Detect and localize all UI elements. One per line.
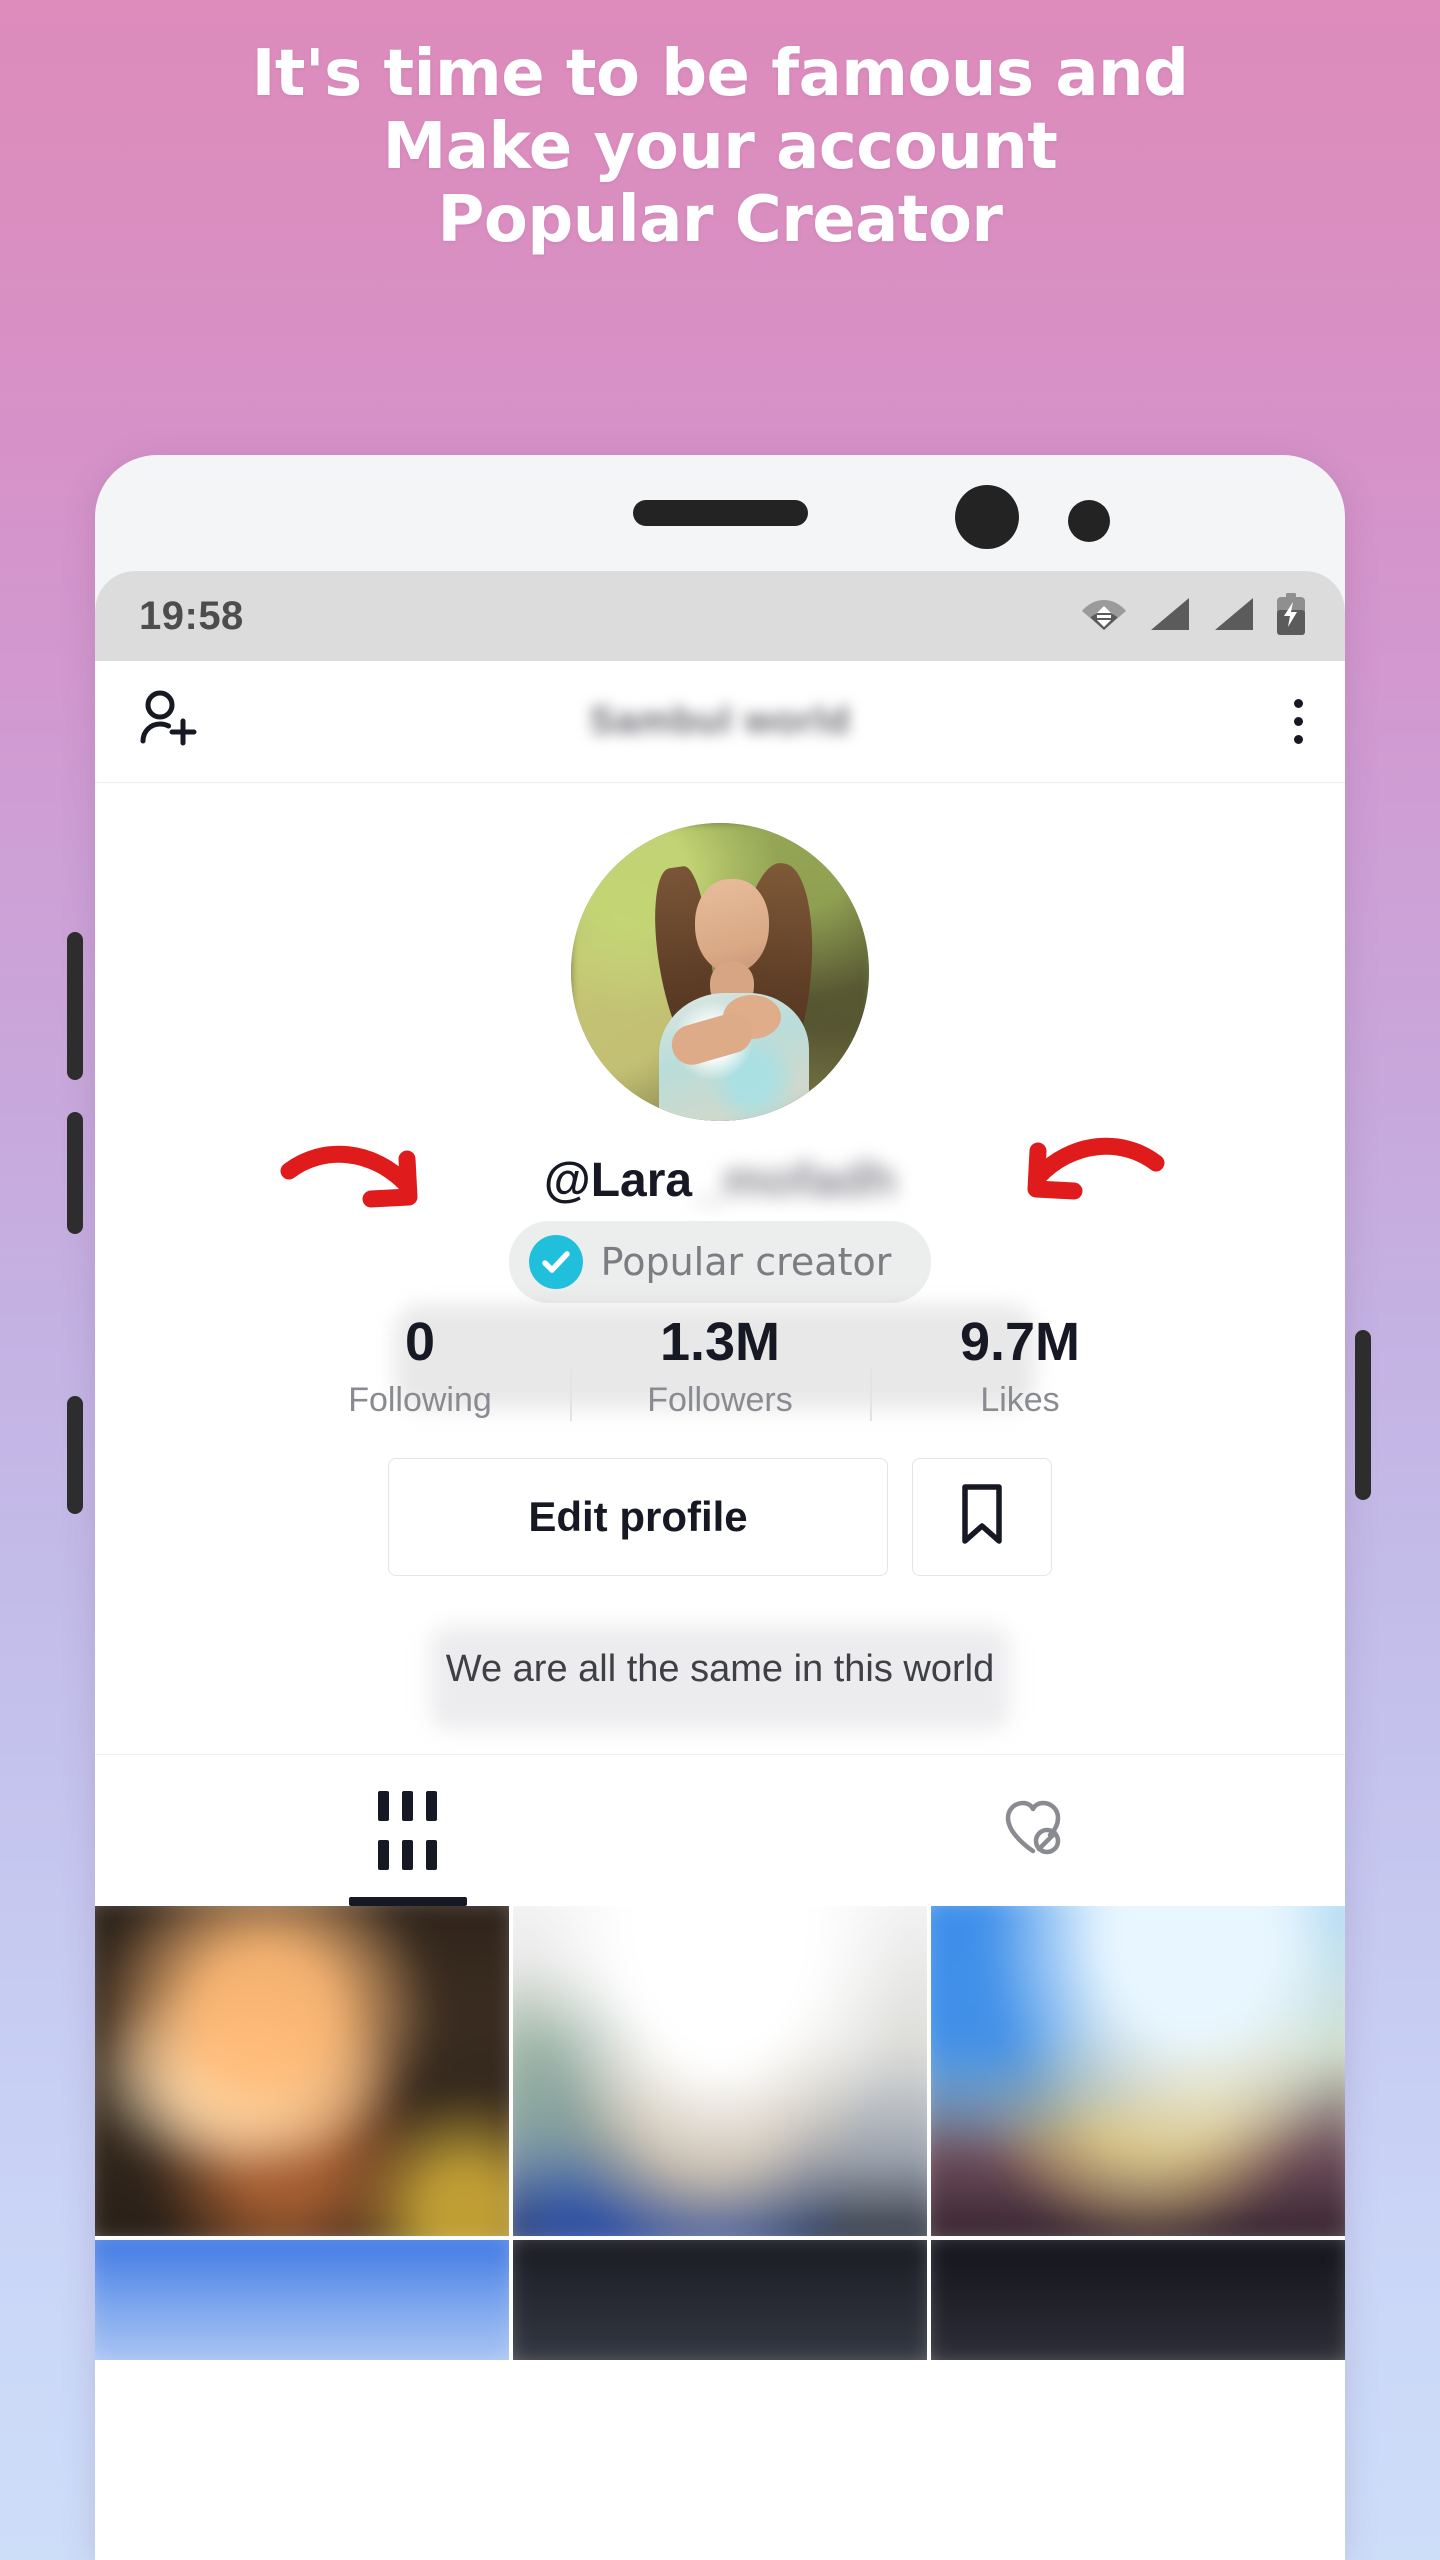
- bookmark-button[interactable]: [912, 1457, 1052, 1576]
- stat-followers-label: Followers: [647, 1380, 793, 1419]
- video-thumbnail-image: [931, 1905, 1345, 2236]
- headline-line-1: It's time to be famous and: [251, 37, 1189, 111]
- stat-followers[interactable]: 1.3M Followers: [570, 1311, 870, 1421]
- tab-liked-hidden[interactable]: [720, 1755, 1345, 1906]
- bio-wrap: We are all the same in this world: [95, 1625, 1345, 1736]
- phone-speaker: [633, 500, 808, 526]
- profile-section: @Lara_mofadh Popular creator 0 Following…: [95, 783, 1345, 1736]
- front-camera-large-icon: [955, 485, 1019, 549]
- page-title: Sambul world: [589, 700, 851, 742]
- username[interactable]: @Lara_mofadh: [544, 1153, 896, 1208]
- phone-volume-down-button[interactable]: [67, 1112, 83, 1234]
- stat-likes-value: 9.7M: [959, 1312, 1081, 1372]
- popular-creator-badge[interactable]: Popular creator: [508, 1221, 932, 1303]
- bookmark-icon: [956, 1482, 1008, 1551]
- badge-row: Popular creator: [95, 1221, 1345, 1303]
- promo-headline: It's time to be famous and Make your acc…: [0, 38, 1440, 257]
- video-thumbnail-image: [931, 2239, 1345, 2360]
- phone-power-button[interactable]: [1355, 1330, 1371, 1500]
- hidden-likes-heart-icon: [1002, 1799, 1064, 1862]
- video-thumbnail-1[interactable]: [95, 1905, 509, 2236]
- username-visible: @Lara: [543, 1153, 693, 1207]
- video-grid: [95, 1905, 1345, 2360]
- stat-likes-label: Likes: [980, 1380, 1060, 1419]
- tab-videos-grid[interactable]: [95, 1755, 720, 1906]
- edit-profile-button[interactable]: Edit profile: [388, 1457, 888, 1576]
- stat-following-value: 0: [404, 1312, 436, 1372]
- front-camera-small-icon: [1068, 500, 1110, 542]
- username-row: @Lara_mofadh: [95, 1137, 1345, 1215]
- video-thumbnail-image: [95, 1905, 509, 2236]
- verified-check-icon: [528, 1235, 583, 1289]
- headline-line-3: Popular Creator: [437, 182, 1003, 257]
- phone-screen: 19:58 Sambul world @Lara_mofadh Popular …: [95, 571, 1345, 2560]
- video-thumbnail-2[interactable]: [513, 1905, 927, 2236]
- headline-line-2: Make your account: [382, 109, 1058, 184]
- video-thumbnail-4[interactable]: [95, 2239, 509, 2360]
- video-thumbnail-image: [95, 2239, 509, 2360]
- popular-creator-badge-label: Popular creator: [600, 1240, 892, 1284]
- add-person-icon[interactable]: [133, 683, 205, 760]
- grid-icon: [378, 1790, 437, 1870]
- avatar-face: [695, 879, 769, 973]
- video-thumbnail-5[interactable]: [513, 2239, 927, 2360]
- status-bar: 19:58: [95, 571, 1345, 661]
- video-thumbnail-image: [513, 2239, 927, 2360]
- avatar-row: [95, 823, 1345, 1121]
- stat-followers-value: 1.3M: [659, 1312, 781, 1372]
- three-dots-menu-icon[interactable]: [1294, 699, 1303, 744]
- status-bar-icons: [1081, 592, 1307, 640]
- status-bar-clock: 19:58: [139, 593, 244, 638]
- phone-extra-button[interactable]: [67, 1396, 83, 1514]
- video-thumbnail-6[interactable]: [931, 2239, 1345, 2360]
- wifi-icon: [1081, 596, 1127, 637]
- avatar[interactable]: [571, 823, 869, 1121]
- stat-following[interactable]: 0 Following: [270, 1311, 570, 1420]
- stat-likes[interactable]: 9.7M Likes: [870, 1311, 1170, 1421]
- username-blurred-suffix: _mofadh: [696, 1153, 897, 1207]
- phone-volume-up-button[interactable]: [67, 932, 83, 1080]
- app-top-bar: Sambul world: [95, 661, 1345, 783]
- signal-icon: [1211, 596, 1255, 637]
- video-thumbnail-image: [513, 1905, 927, 2236]
- arrow-pointing-to-username-left: [275, 1135, 445, 1225]
- profile-bio: We are all the same in this world: [445, 1647, 995, 1690]
- arrow-pointing-to-username-right: [1000, 1127, 1170, 1217]
- stats-row: 0 Following 1.3M Followers 9.7M Likes: [95, 1305, 1345, 1421]
- profile-tabs: [95, 1753, 1345, 1906]
- profile-actions: Edit profile: [95, 1457, 1345, 1576]
- video-thumbnail-3[interactable]: [931, 1905, 1345, 2236]
- signal-icon: [1147, 596, 1191, 637]
- battery-charging-icon: [1275, 592, 1307, 640]
- stat-following-label: Following: [348, 1380, 492, 1419]
